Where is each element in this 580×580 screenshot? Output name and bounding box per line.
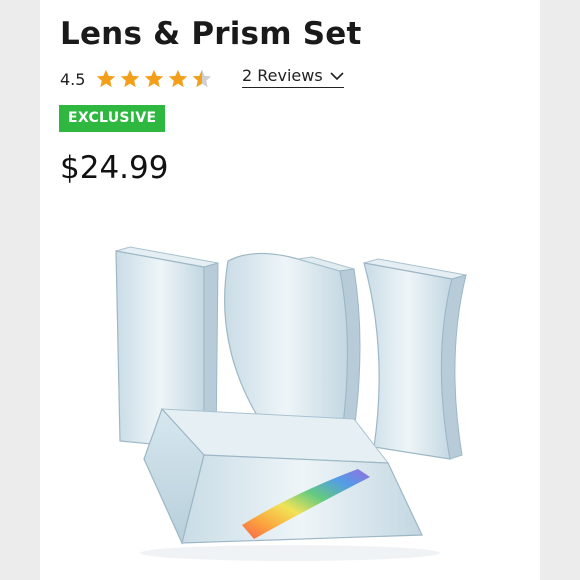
star-icon: [145, 69, 164, 88]
star-icon: [121, 69, 140, 88]
star-icon: [169, 69, 188, 88]
product-title: Lens & Prism Set: [60, 16, 362, 52]
product-image: [58, 223, 522, 571]
reviews-toggle[interactable]: 2 Reviews: [242, 66, 344, 88]
rating-value: 4.5: [60, 69, 86, 89]
chevron-down-icon: [330, 71, 344, 80]
star-rating: [95, 68, 215, 90]
star-icon: [97, 69, 116, 88]
rating-summary: 4.5: [60, 66, 215, 92]
product-price: $24.99: [60, 150, 169, 186]
exclusive-badge: EXCLUSIVE: [59, 105, 166, 132]
half-star-icon: [193, 69, 212, 88]
reviews-label: 2 Reviews: [242, 66, 323, 85]
